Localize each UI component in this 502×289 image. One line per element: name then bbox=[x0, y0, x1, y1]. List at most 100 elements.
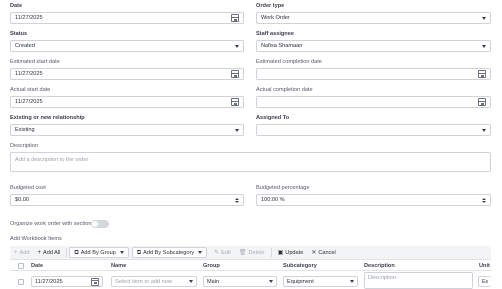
chevron-down-icon bbox=[235, 128, 239, 132]
trash-icon: 🗑 bbox=[238, 249, 247, 256]
budgeted-cost-label: Budgeted cost bbox=[10, 185, 46, 191]
chevron-down-icon bbox=[189, 280, 193, 283]
status-select[interactable]: Created bbox=[10, 40, 244, 52]
actual-start-date-value: 11/27/2025 bbox=[15, 99, 43, 105]
row-group-select[interactable]: Main bbox=[203, 276, 277, 287]
staff-assignee-value: Nafisa Shamaan bbox=[261, 43, 303, 49]
chevron-down-icon bbox=[198, 251, 203, 254]
layers-icon: ⧉ bbox=[74, 249, 79, 256]
calendar-icon[interactable] bbox=[231, 70, 239, 78]
row-group-value: Main bbox=[207, 278, 220, 285]
toolbar-divider bbox=[270, 248, 272, 257]
update-button-label: Update bbox=[285, 249, 304, 256]
spinner-icon[interactable] bbox=[235, 197, 239, 203]
estimated-start-date-field[interactable]: 11/27/2025 bbox=[10, 68, 244, 80]
save-icon: ▣ bbox=[277, 249, 284, 256]
column-header-subcategory[interactable]: Subcategory bbox=[283, 263, 317, 269]
add-all-button[interactable]: + Add All bbox=[33, 247, 64, 258]
assigned-to-select[interactable] bbox=[256, 124, 491, 136]
add-by-group-label: Add By Group bbox=[80, 249, 116, 256]
cancel-button[interactable]: ✕ Cancel bbox=[307, 247, 339, 258]
chevron-down-icon bbox=[269, 280, 273, 283]
status-value: Created bbox=[15, 43, 35, 49]
select-all-checkbox[interactable] bbox=[18, 263, 24, 269]
workbook-toolbar: + Add + Add All ⧉ Add By Group ⧉ Add By … bbox=[10, 246, 491, 260]
row-date-value: 11/27/2025 bbox=[35, 278, 63, 285]
delete-button[interactable]: 🗑 Delete bbox=[235, 247, 269, 258]
table-row: 11/27/2025 Select item or add new Main E… bbox=[10, 272, 491, 289]
row-name-placeholder: Select item or add new bbox=[115, 278, 172, 285]
layers-icon: ⧉ bbox=[136, 249, 142, 256]
assigned-to-label: Assigned To bbox=[256, 115, 290, 121]
description-textarea[interactable]: Add a description to the order bbox=[10, 152, 491, 172]
spinner-icon[interactable] bbox=[482, 197, 486, 203]
toggle-knob bbox=[92, 221, 98, 227]
relationship-label: Existing or new relationship bbox=[10, 115, 85, 121]
chevron-down-icon bbox=[235, 44, 239, 48]
calendar-icon[interactable] bbox=[478, 70, 486, 78]
row-description-field[interactable]: Description bbox=[364, 272, 473, 289]
edit-button-label: Edit bbox=[221, 249, 231, 256]
relationship-select[interactable]: Existing bbox=[10, 124, 244, 136]
estimated-start-date-value: 11/27/2025 bbox=[15, 71, 43, 77]
chevron-down-icon bbox=[350, 280, 354, 283]
workbook-items-label: Add Workbook Items bbox=[10, 236, 62, 242]
column-header-name[interactable]: Name bbox=[111, 263, 126, 269]
grid-header: Date Name Group Subcategory Description … bbox=[10, 261, 491, 271]
budgeted-percentage-value: 100.00 % bbox=[261, 197, 285, 203]
close-icon: ✕ bbox=[311, 249, 317, 256]
date-label: Date bbox=[10, 3, 23, 9]
budgeted-cost-field[interactable]: $0.00 bbox=[10, 194, 244, 206]
column-header-date[interactable]: Date bbox=[31, 263, 43, 269]
row-description-placeholder: Description bbox=[368, 275, 396, 281]
row-unit-field[interactable]: Ea bbox=[478, 276, 491, 287]
row-subcategory-select[interactable]: Equipment bbox=[283, 276, 358, 287]
calendar-icon[interactable] bbox=[231, 14, 239, 22]
add-all-button-label: Add All bbox=[42, 249, 61, 256]
calendar-icon[interactable] bbox=[91, 277, 99, 286]
add-button[interactable]: + Add bbox=[10, 247, 33, 258]
row-subcategory-value: Equipment bbox=[287, 278, 314, 285]
estimated-completion-date-field[interactable] bbox=[256, 68, 491, 80]
row-unit-value: Ea bbox=[482, 278, 488, 285]
delete-button-label: Delete bbox=[248, 249, 265, 256]
add-by-subcategory-button[interactable]: ⧉ Add By Subcategory bbox=[131, 247, 208, 258]
staff-assignee-select[interactable]: Nafisa Shamaan bbox=[256, 40, 491, 52]
order-type-select[interactable]: Work Order bbox=[256, 12, 491, 24]
budgeted-percentage-field[interactable]: 100.00 % bbox=[256, 194, 491, 206]
estimated-start-date-label: Estimated start date bbox=[10, 59, 60, 65]
calendar-icon[interactable] bbox=[478, 98, 486, 106]
budgeted-percentage-label: Budgeted percentage bbox=[256, 185, 310, 191]
column-header-description[interactable]: Description bbox=[364, 263, 395, 269]
column-header-unit[interactable]: Unit bbox=[479, 263, 490, 269]
budgeted-cost-value: $0.00 bbox=[15, 197, 29, 203]
estimated-completion-date-label: Estimated completion date bbox=[256, 59, 322, 65]
plus-icon: + bbox=[37, 249, 41, 256]
description-label: Description bbox=[10, 143, 38, 149]
status-label: Status bbox=[10, 31, 28, 37]
organize-sections-toggle[interactable] bbox=[91, 220, 109, 228]
actual-start-date-label: Actual start date bbox=[10, 87, 51, 93]
add-by-group-button[interactable]: ⧉ Add By Group bbox=[69, 247, 129, 258]
row-date-field[interactable]: 11/27/2025 bbox=[31, 276, 103, 287]
edit-button[interactable]: ✎ Edit bbox=[210, 247, 235, 258]
row-checkbox[interactable] bbox=[18, 279, 24, 285]
date-field[interactable]: 11/27/2025 bbox=[10, 12, 244, 24]
actual-completion-date-field[interactable] bbox=[256, 96, 491, 108]
relationship-value: Existing bbox=[15, 127, 35, 133]
order-type-value: Work Order bbox=[261, 15, 290, 21]
cancel-button-label: Cancel bbox=[318, 249, 336, 256]
date-value: 11/27/2025 bbox=[15, 15, 43, 21]
calendar-icon[interactable] bbox=[231, 98, 239, 106]
add-button-label: Add bbox=[19, 249, 30, 256]
add-by-subcategory-label: Add By Subcategory bbox=[143, 249, 195, 256]
chevron-down-icon bbox=[482, 44, 486, 48]
actual-start-date-field[interactable]: 11/27/2025 bbox=[10, 96, 244, 108]
plus-icon: + bbox=[14, 249, 18, 256]
column-header-group[interactable]: Group bbox=[203, 263, 220, 269]
staff-assignee-label: Staff assignee bbox=[256, 31, 294, 37]
organize-sections-label: Organize work order with sections bbox=[10, 221, 95, 227]
pencil-icon: ✎ bbox=[214, 249, 220, 256]
row-name-select[interactable]: Select item or add new bbox=[111, 276, 197, 287]
update-button[interactable]: ▣ Update bbox=[274, 247, 308, 258]
